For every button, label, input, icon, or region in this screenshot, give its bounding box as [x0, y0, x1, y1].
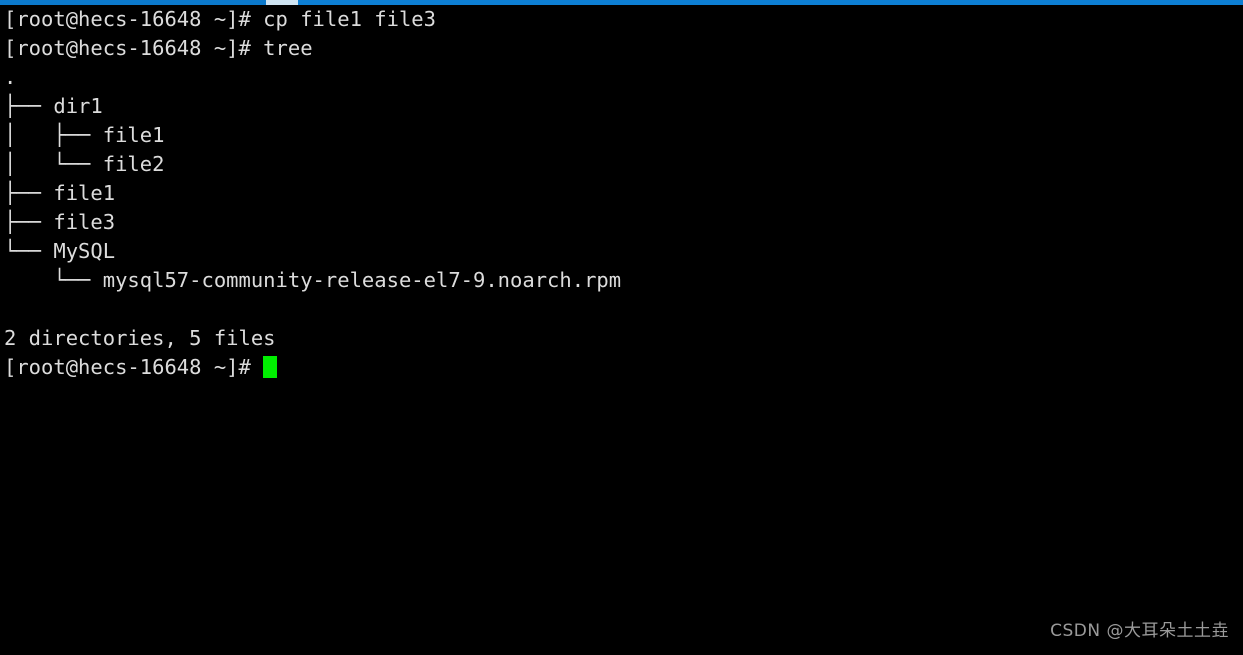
terminal-line-tree-file1: ├── file1 — [4, 181, 116, 205]
terminal-line-tree-file2-in-dir1: │ └── file2 — [4, 152, 165, 176]
shell-prompt: [root@hecs-16648 ~]# — [4, 355, 264, 379]
terminal-line-cmd-cp: [root@hecs-16648 ~]# cp file1 file3 — [4, 7, 436, 31]
csdn-watermark: CSDN @大耳朵土土垚 — [1050, 621, 1229, 641]
terminal-line-tree-root: . — [4, 65, 17, 89]
progress-segment-dark — [0, 0, 266, 5]
terminal-line-tree-mysql: └── MySQL — [4, 239, 116, 263]
progress-segment-highlight — [266, 0, 298, 5]
progress-segment-track — [298, 0, 1243, 5]
loading-progress-bar[interactable] — [0, 0, 1243, 5]
terminal-window: [root@hecs-16648 ~]# cp file1 file3 [roo… — [0, 0, 1243, 655]
terminal-output[interactable]: [root@hecs-16648 ~]# cp file1 file3 [roo… — [0, 5, 1243, 655]
terminal-line-tree-file3: ├── file3 — [4, 210, 116, 234]
terminal-line-tree-dir1: ├── dir1 — [4, 94, 103, 118]
terminal-line-tree-summary: 2 directories, 5 files — [4, 326, 276, 350]
terminal-line-tree-file1-in-dir1: │ ├── file1 — [4, 123, 165, 147]
terminal-line-tree-rpm: └── mysql57-community-release-el7-9.noar… — [4, 268, 622, 292]
text-cursor[interactable] — [263, 356, 278, 378]
terminal-prompt-line[interactable]: [root@hecs-16648 ~]# — [0, 353, 1243, 382]
terminal-line-cmd-tree: [root@hecs-16648 ~]# tree — [4, 36, 313, 60]
